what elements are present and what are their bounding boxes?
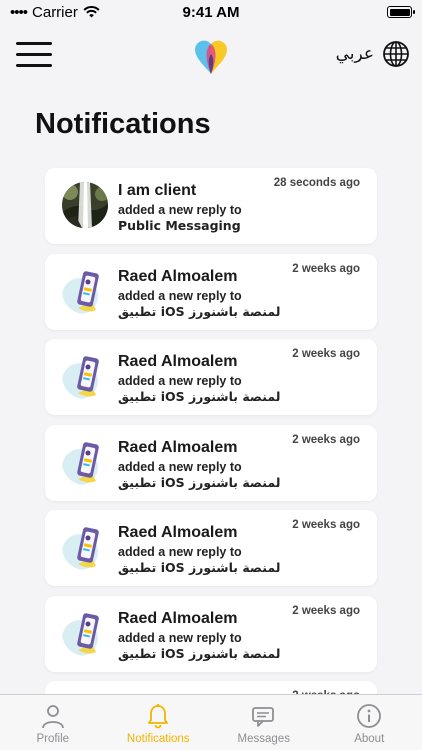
notification-action: added a new reply to <box>118 288 242 303</box>
hamburger-line <box>16 64 52 67</box>
notification-target: تطبيق iOS لمنصة باشنورز <box>118 303 281 319</box>
tab-profile[interactable]: Profile <box>0 695 106 750</box>
battery-icon <box>387 6 415 18</box>
tab-label: Messages <box>237 733 290 745</box>
notification-author: Raed Almoalem <box>118 609 238 627</box>
notification-author: I am client <box>118 182 197 199</box>
tab-bar: Profile Notifications Messages About <box>0 694 422 750</box>
app-header: عربي <box>0 36 422 76</box>
notification-action: added a new reply to <box>118 203 242 217</box>
notification-list: I am client 28 seconds ago added a new r… <box>45 168 377 750</box>
notification-action: added a new reply to <box>118 374 242 388</box>
hamburger-line <box>16 53 52 56</box>
notification-card[interactable]: Raed Almoalem 2 weeks ago added a new re… <box>45 424 377 501</box>
notification-card[interactable]: I am client 28 seconds ago added a new r… <box>45 168 377 244</box>
phone-illustration-avatar <box>62 353 108 399</box>
globe-icon <box>383 41 409 67</box>
notification-card[interactable]: Raed Almoalem 2 weeks ago added a new re… <box>45 510 377 586</box>
tab-about[interactable]: About <box>317 695 422 750</box>
tab-notifications[interactable]: Notifications <box>106 695 212 750</box>
tab-label: About <box>354 733 385 745</box>
notification-action: added a new reply to <box>118 630 242 645</box>
notification-time: 2 weeks ago <box>292 433 360 446</box>
notification-target: تطبيق iOS لمنصة باشنورز <box>118 560 281 575</box>
bell-icon <box>148 704 169 729</box>
notification-card[interactable]: Raed Almoalem 2 weeks ago added a new re… <box>45 595 377 672</box>
info-icon <box>357 704 382 728</box>
hamburger-line <box>16 42 52 45</box>
phone-illustration-avatar <box>62 268 108 314</box>
signal-icon: •••• <box>10 3 28 21</box>
tab-messages[interactable]: Messages <box>211 695 317 750</box>
notification-target: Public Messaging <box>118 218 241 233</box>
notification-author: Raed Almoalem <box>118 524 238 541</box>
phone-illustration-avatar <box>62 610 108 656</box>
notification-action: added a new reply to <box>118 459 242 474</box>
notification-card[interactable]: Raed Almoalem 2 weeks ago added a new re… <box>45 339 377 415</box>
language-label: عربي <box>335 44 374 64</box>
notification-time: 2 weeks ago <box>292 519 360 531</box>
notification-author: Raed Almoalem <box>118 267 238 285</box>
phone-illustration-avatar <box>62 524 108 570</box>
notification-time: 2 weeks ago <box>292 604 360 617</box>
notification-action: added a new reply to <box>118 545 242 559</box>
page-title: Notifications <box>35 108 211 140</box>
photo-avatar <box>62 182 108 228</box>
tab-label: Notifications <box>126 733 190 745</box>
notification-author: Raed Almoalem <box>118 353 238 370</box>
notification-time: 28 seconds ago <box>273 177 360 189</box>
notification-target: تطبيق iOS لمنصة باشنورز <box>118 645 281 661</box>
notification-target: تطبيق iOS لمنصة باشنورز <box>118 474 281 490</box>
tab-label: Profile <box>36 733 70 745</box>
notification-author: Raed Almoalem <box>118 438 238 456</box>
carrier-label: Carrier <box>32 3 78 21</box>
language-toggle[interactable]: عربي <box>336 40 410 68</box>
notification-target: تطبيق iOS لمنصة باشنورز <box>118 389 281 404</box>
chat-icon <box>251 707 274 727</box>
phone-illustration-avatar <box>62 439 108 485</box>
notification-time: 2 weeks ago <box>292 348 360 360</box>
app-logo-icon <box>195 40 227 74</box>
notification-card[interactable]: Raed Almoalem 2 weeks ago added a new re… <box>45 253 377 330</box>
person-icon <box>41 705 64 729</box>
status-left: •••• Carrier <box>10 4 100 21</box>
wifi-icon <box>83 6 100 18</box>
status-bar: •••• Carrier 9:41 AM <box>0 0 422 24</box>
notification-time: 2 weeks ago <box>292 262 360 275</box>
menu-button[interactable] <box>16 42 52 70</box>
